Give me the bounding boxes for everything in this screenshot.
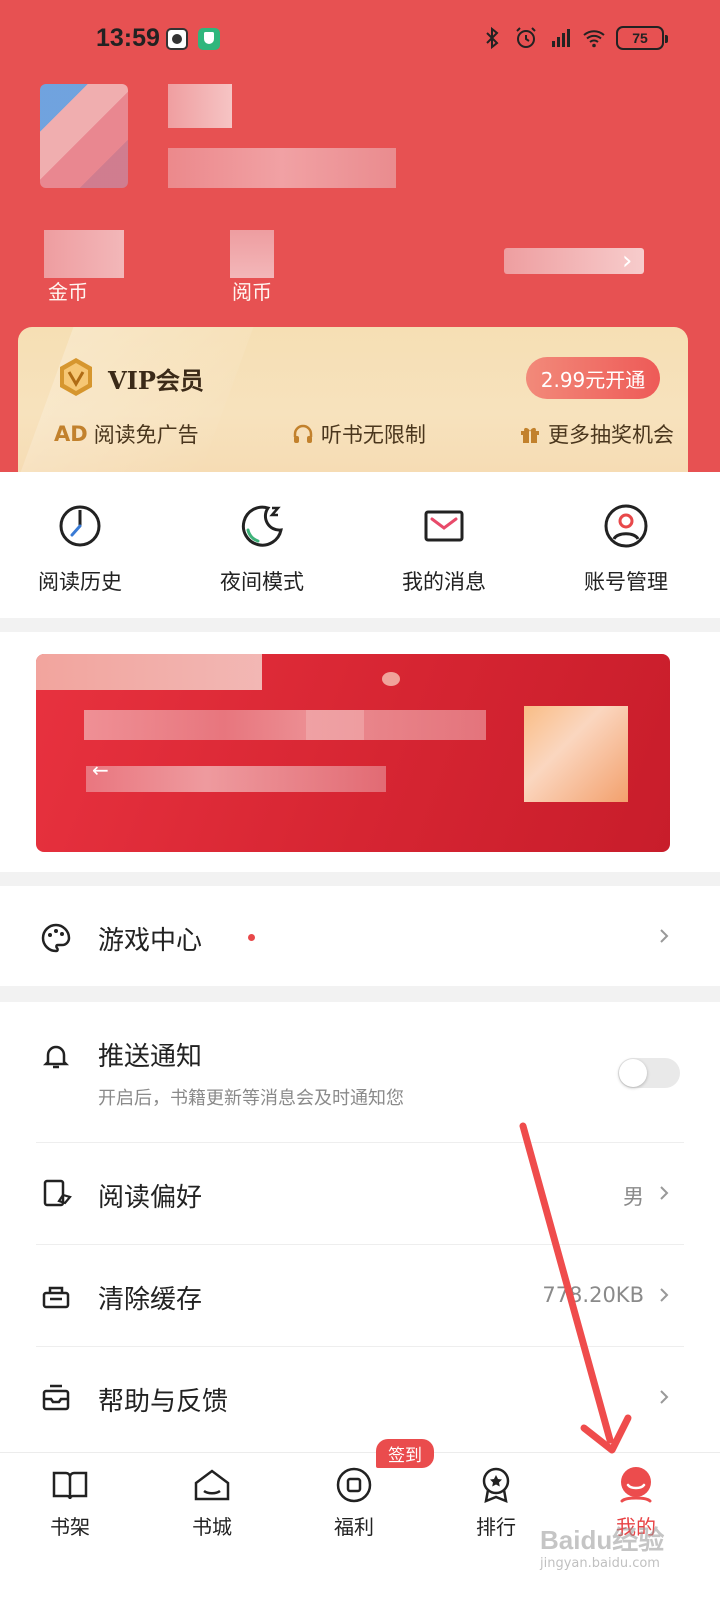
moon-icon [241,505,283,547]
clear-cache-title: 清除缓存 [98,1285,203,1315]
store-icon [194,1469,230,1501]
avatar[interactable] [40,84,128,188]
help-feedback-row[interactable]: 帮助与反馈 [0,1347,720,1447]
banner-blur [86,766,386,792]
banner-coin-decoration [382,672,400,686]
perk-lottery: 更多抽奖机会 [518,419,674,449]
clock-icon [59,505,101,547]
coin-box-icon [336,1467,372,1503]
username [168,84,232,128]
quick-actions: 阅读历史 夜间模式 我的消息 账号管理 [0,472,720,618]
nav-welfare[interactable]: 福利 [304,1465,404,1540]
battery-indicator: 75 [616,26,668,50]
palette-icon [41,923,71,953]
promo-banner[interactable]: ← [36,654,670,852]
chevron-right-icon [660,1390,669,1404]
quick-action-messages[interactable]: 我的消息 [364,502,524,596]
gift-icon [518,422,542,446]
vip-badge-icon [60,358,92,396]
coin-balance[interactable] [44,230,124,278]
chevron-right-icon [660,1288,669,1302]
alarm-icon [516,27,536,48]
toggle-knob [619,1059,647,1087]
status-bar: 13:59 75 [0,18,720,62]
bluetooth-icon [486,26,499,50]
wifi-icon [583,30,605,48]
user-id [168,148,396,188]
clear-cache-row[interactable]: 清除缓存 778.20KB [0,1245,720,1345]
quick-action-label: 夜间模式 [220,570,304,594]
book-icon [52,1471,88,1500]
push-notification-toggle[interactable] [618,1058,680,1088]
push-notification-subtitle: 开启后，书籍更新等消息会及时通知您 [98,1088,404,1109]
reading-preference-title: 阅读偏好 [98,1183,203,1213]
currency-label: 阅币 [232,280,272,304]
hd-signal-icon [552,29,570,47]
arrow-left-icon: ← [92,758,109,782]
banner-blur [524,706,628,802]
reading-preference-row[interactable]: 阅读偏好 男 [0,1143,720,1243]
watermark-url: jingyan.baidu.com [540,1556,660,1571]
user-circle-icon [604,504,648,548]
banner-section: ← [0,632,720,872]
broom-icon [42,1286,70,1309]
quick-action-label: 账号管理 [584,570,668,594]
inbox-icon [42,1384,70,1411]
nav-bookshelf[interactable]: 书架 [20,1465,120,1540]
signin-badge[interactable]: 签到 [376,1439,434,1468]
perk-label: 更多抽奖机会 [548,423,674,447]
banner-blur [36,654,262,690]
help-feedback-title: 帮助与反馈 [98,1387,229,1417]
currency-balance[interactable] [230,230,274,278]
reading-preference-value: 男 [623,1185,644,1209]
status-time: 13:59 [96,24,160,52]
coin-label: 金币 [48,280,88,304]
quick-action-night-mode[interactable]: 夜间模式 [182,502,342,596]
bell-icon [42,1045,70,1069]
quick-action-label: 我的消息 [402,570,486,594]
notification-dot [248,934,255,941]
push-notification-title: 推送通知 [98,1042,203,1072]
perk-audiobook: 听书无限制 [291,419,426,449]
profile-icon [620,1467,652,1503]
perk-label: 阅读免广告 [93,423,199,447]
nav-ranking[interactable]: 排行 [446,1465,546,1540]
watermark-logo: Baidu经验 [540,1525,665,1555]
banner-blur [306,710,486,740]
vip-card[interactable]: VIP会员 2.99元开通 AD 阅读免广告 听书无限制 更多抽奖机会 [18,327,688,472]
medal-icon [482,1467,510,1503]
security-app-icon [198,28,220,50]
nav-label: 福利 [334,1515,374,1539]
nav-label: 排行 [476,1515,516,1539]
quick-action-reading-history[interactable]: 阅读历史 [0,502,160,596]
quick-action-account[interactable]: 账号管理 [546,502,706,596]
chevron-right-icon: › [622,246,633,276]
quick-action-label: 阅读历史 [38,570,122,594]
vip-card-decoration [18,327,258,472]
nav-bookstore[interactable]: 书城 [162,1465,262,1540]
nav-label: 书架 [50,1515,90,1539]
reading-preference-icon [43,1179,72,1207]
vip-perks: AD 阅读免广告 听书无限制 更多抽奖机会 [54,419,674,449]
game-center-section: 游戏中心 [0,886,720,986]
nav-label: 书城 [192,1515,232,1539]
notification-app-icon [166,28,188,50]
chevron-right-icon [660,1186,669,1200]
vip-subscribe-button[interactable]: 2.99元开通 [526,357,660,399]
ad-icon: AD [54,422,88,446]
vip-title: VIP会员 [108,366,204,395]
perk-label: 听书无限制 [320,423,426,447]
push-notification-row: 推送通知 开启后，书籍更新等消息会及时通知您 [0,1002,720,1142]
envelope-icon [424,510,464,542]
settings-section: 推送通知 开启后，书籍更新等消息会及时通知您 阅读偏好 男 清除缓存 778.2… [0,1002,720,1452]
perk-no-ads: AD 阅读免广告 [54,419,199,449]
game-center-row[interactable]: 游戏中心 [0,886,720,986]
game-center-title: 游戏中心 [98,926,203,956]
headphones-icon [291,422,315,446]
chevron-right-icon [660,929,669,943]
cache-size-value: 778.20KB [542,1283,644,1307]
profile-header: 13:59 75 金币 阅币 › VIP会员 2.99元开通 AD 阅读免广告 … [0,0,720,480]
